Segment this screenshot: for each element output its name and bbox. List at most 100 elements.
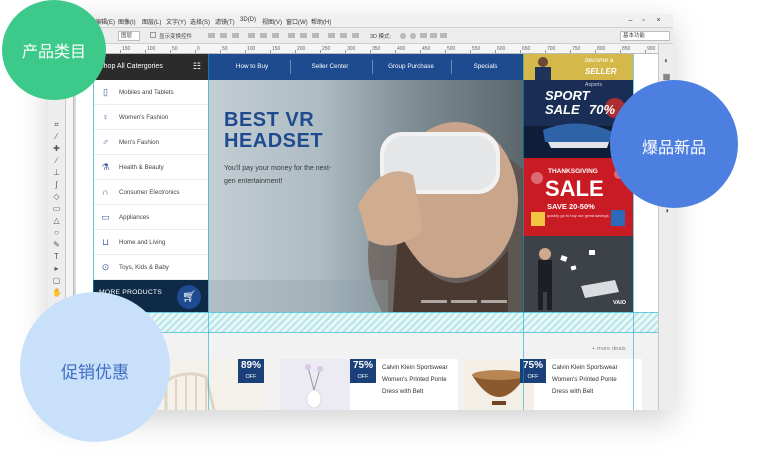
more-deals-link[interactable]: + more deals [592,346,626,352]
ruler-tick-label: 650 [522,46,531,52]
ruler-tick [420,50,421,53]
promotions-bubble[interactable]: 促销优惠 [20,292,170,442]
vaio-banner[interactable]: VAIO [523,236,633,312]
align-top-icon[interactable] [208,33,215,38]
deal-card[interactable]: 75% OFF Calvin Klein Sportswear Women's … [280,359,458,410]
shape-tool-icon[interactable]: ▢ [52,276,61,285]
distribute-left-icon[interactable] [328,33,335,38]
ruler-tick-label: 0 [197,46,200,52]
nav-separator [372,60,373,74]
nav-how-to-buy[interactable]: How to Buy [222,63,282,70]
discount-badge: 75% OFF [350,359,376,383]
nav-group-purchase[interactable]: Group Purchase [378,63,444,70]
category-label: Home and Living [119,239,166,246]
blur-tool-icon[interactable]: △ [52,216,61,225]
menu-layer[interactable]: 图层(L) [142,17,161,26]
minimize-icon[interactable]: – [626,16,635,25]
new-products-bubble[interactable]: 爆品新品 [610,80,738,208]
menu-image[interactable]: 图像(I) [118,17,136,26]
3d-scale-icon[interactable] [440,33,447,38]
ruler-tick [445,50,446,53]
ruler-tick [470,50,471,53]
category-mens-fashion[interactable]: ♂ Men's Fashion [94,130,209,155]
category-label: Men's Fashion [119,139,160,146]
history-brush-tool-icon[interactable]: ∫ [52,180,61,189]
carousel-dot[interactable] [421,300,447,303]
menu-filter[interactable]: 滤镜(T) [215,17,235,26]
distribute-top-icon[interactable] [288,33,295,38]
ruler-tick-label: 750 [572,46,581,52]
3d-rotate-icon[interactable] [400,33,406,39]
type-tool-icon[interactable]: T [52,252,61,261]
menu-window[interactable]: 窗口(W) [286,17,308,26]
dress-icon: ♀ [102,112,109,122]
ruler-tick-label: 250 [322,46,331,52]
eraser-tool-icon[interactable]: ◇ [52,192,61,201]
category-bubble-label: 产品类目 [21,42,86,61]
stroller-icon: ⊙ [101,262,110,272]
carousel-dot[interactable] [451,300,477,303]
nav-separator [451,60,452,74]
menu-select[interactable]: 选择(S) [190,17,210,26]
auto-select-dropdown[interactable]: 图层 [118,31,140,41]
category-mobiles[interactable]: ▯ Mobiles and Tablets [94,80,209,105]
stamp-tool-icon[interactable]: ⊥ [52,168,61,177]
nav-seller-center[interactable]: Seller Center [294,63,366,70]
healing-tool-icon[interactable]: ✚ [52,144,61,153]
category-toys-kids[interactable]: ⊙ Toys, Kids & Baby [94,255,209,280]
workspace-dropdown[interactable]: 基本功能 [620,31,670,41]
restore-icon[interactable]: ▫ [639,16,648,25]
crop-tool-icon[interactable]: ⌗ [52,120,61,129]
distribute-bottom-icon[interactable] [312,33,319,38]
eyedropper-tool-icon[interactable]: ⁄ [52,132,61,141]
brush-tool-icon[interactable]: ∕ [52,156,61,165]
category-bubble[interactable]: 产品类目 [2,0,106,100]
3d-drag-icon[interactable] [420,33,427,38]
ruler-tick-label: 200 [297,46,306,52]
category-home-living[interactable]: ⊔ Home and Living [94,230,209,255]
distribute-middle-icon[interactable] [300,33,307,38]
3d-slide-icon[interactable] [430,33,437,38]
ruler-tick [220,50,221,53]
selection-hatch [93,312,658,332]
pen-tool-icon[interactable]: ✎ [52,240,61,249]
ruler-tick-label: 150 [272,46,281,52]
nav-specials[interactable]: Specials [458,63,513,70]
show-transform-checkbox[interactable] [150,32,156,38]
category-health-beauty[interactable]: ⚗ Health & Beauty [94,155,209,180]
align-middle-icon[interactable] [220,33,227,38]
discount-badge: 89% OFF [238,359,264,383]
distribute-center-icon[interactable] [340,33,347,38]
dodge-tool-icon[interactable]: ○ [52,228,61,237]
ruler-tick [595,50,596,53]
align-bottom-icon[interactable] [232,33,239,38]
path-select-tool-icon[interactable]: ▸ [52,264,61,273]
beauty-bottle-icon: ⚗ [101,162,110,172]
become-seller-banner[interactable]: become a SELLER [523,54,633,80]
category-list: ▯ Mobiles and Tablets ♀ Women's Fashion … [93,80,209,280]
category-header[interactable]: Shop All Catergories ☷ [93,54,208,80]
menu-view[interactable]: 视图(V) [262,17,282,26]
carousel-dot[interactable] [481,300,507,303]
menu-help[interactable]: 帮助(H) [311,17,331,26]
deal-card[interactable]: 75% OFF Calvin Klein Sportswear Women's … [464,359,642,410]
category-appliances[interactable]: ▭ Appliances [94,205,209,230]
close-icon[interactable]: × [654,16,663,25]
align-center-icon[interactable] [260,33,267,38]
hero-banner[interactable]: BEST VR HEADSET You'll pay your money fo… [208,80,523,312]
color-panel-icon[interactable]: ◐ [662,56,671,65]
menu-type[interactable]: 文字(Y) [166,17,186,26]
category-womens-fashion[interactable]: ♀ Women's Fashion [94,105,209,130]
category-label: Toys, Kids & Baby [119,264,169,271]
deal-description: Calvin Klein Sportswear Women's Printed … [552,362,640,398]
align-right-icon[interactable] [272,33,279,38]
menu-3d[interactable]: 3D(D) [240,17,256,23]
3d-roll-icon[interactable] [410,33,416,39]
show-transform-label: 显示变换控件 [159,34,193,40]
distribute-right-icon[interactable] [352,33,359,38]
gradient-tool-icon[interactable]: ▭ [52,204,61,213]
align-left-icon[interactable] [248,33,255,38]
hero-subtitle: You'll pay your money for the next-gen e… [224,165,332,185]
category-consumer-electronics[interactable]: ∩ Consumer Electronics [94,180,209,205]
ruler-tick [570,50,571,53]
